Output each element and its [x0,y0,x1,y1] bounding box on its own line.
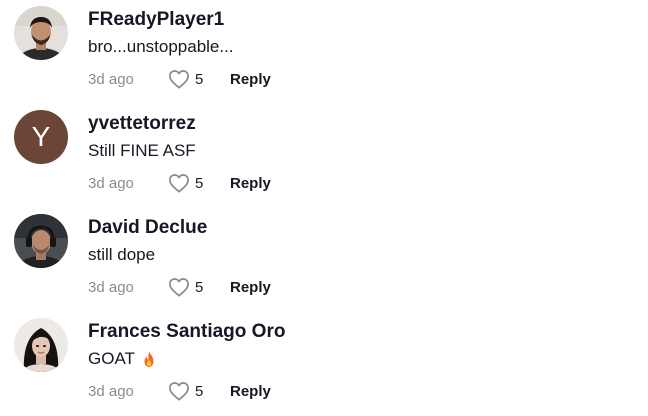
comment-item: Y yvettetorrez Still FINE ASF 3d ago 5 R… [0,104,648,208]
like-count: 5 [195,70,204,88]
username[interactable]: FReadyPlayer1 [88,9,224,31]
avatar[interactable] [14,318,68,372]
comment-item: FReadyPlayer1 bro...unstoppable... 3d ag… [0,0,648,104]
like-button[interactable]: 5 [168,173,230,193]
heart-icon [169,382,189,401]
like-count: 5 [195,174,204,192]
comment-text-row: GOAT [88,349,157,369]
heart-icon [169,174,189,193]
avatar-letter: Y [31,121,51,152]
reply-button[interactable]: Reply [230,383,271,400]
timestamp: 3d ago [88,382,134,400]
avatar[interactable] [14,6,68,60]
comment-text-row: Still FINE ASF [88,141,196,161]
comment-text: GOAT [88,349,135,368]
avatar-photo-icon [14,6,68,60]
like-button[interactable]: 5 [168,381,230,401]
timestamp: 3d ago [88,174,134,192]
avatar[interactable]: Y [14,110,68,164]
avatar-photo-icon [14,214,68,268]
fire-icon [144,350,154,368]
comment-text: bro...unstoppable... [88,37,234,56]
reply-button[interactable]: Reply [230,175,271,192]
username[interactable]: Frances Santiago Oro [88,321,285,343]
comment-meta: 3d ago 5 Reply [88,173,271,193]
like-button[interactable]: 5 [168,69,230,89]
username[interactable]: yvettetorrez [88,113,196,135]
comment-item: Frances Santiago Oro GOAT 3d ago 5 Reply [0,312,648,416]
reply-button[interactable]: Reply [230,279,271,296]
comment-text: still dope [88,245,156,264]
comment-list: FReadyPlayer1 bro...unstoppable... 3d ag… [0,0,648,407]
comment-item: David Declue still dope 3d ago 5 Reply [0,208,648,312]
reply-button[interactable]: Reply [230,71,271,88]
username[interactable]: David Declue [88,217,207,239]
timestamp: 3d ago [88,70,134,88]
like-count: 5 [195,278,204,296]
like-button[interactable]: 5 [168,277,230,297]
like-count: 5 [195,382,204,400]
comment-meta: 3d ago 5 Reply [88,381,271,401]
comment-text-row: still dope [88,245,155,265]
avatar-photo-icon [14,318,68,372]
timestamp: 3d ago [88,278,134,296]
comment-meta: 3d ago 5 Reply [88,277,271,297]
comment-text: Still FINE ASF [88,141,196,160]
comment-meta: 3d ago 5 Reply [88,69,271,89]
avatar[interactable] [14,214,68,268]
heart-icon [169,278,189,297]
heart-icon [169,70,189,89]
comment-text-row: bro...unstoppable... [88,37,234,57]
